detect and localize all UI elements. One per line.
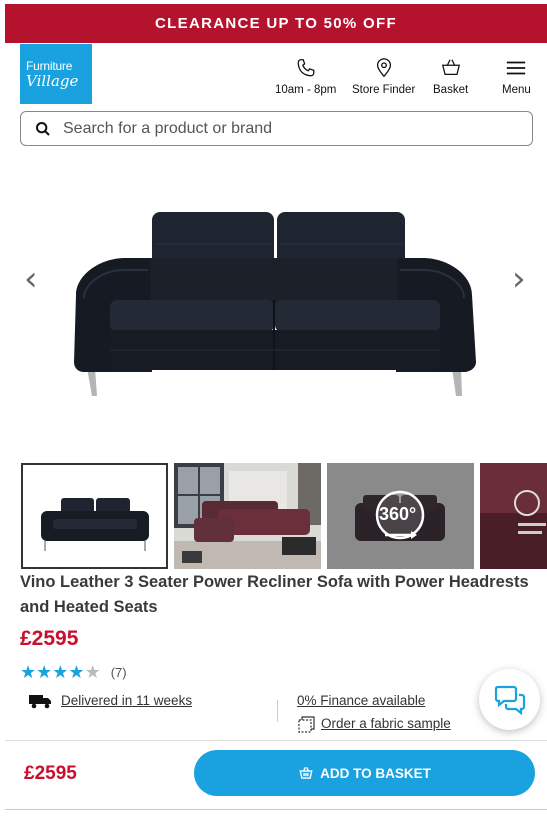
star-filled-icon: ★ (52, 662, 69, 683)
search-bar[interactable] (20, 111, 533, 146)
fabric-sample-link[interactable]: Order a fabric sample (321, 716, 451, 731)
search-icon (36, 121, 50, 136)
search-input[interactable] (63, 119, 503, 138)
basket-link[interactable]: Basket (433, 57, 468, 96)
live-chat-button[interactable] (479, 669, 540, 730)
room-setting-image (174, 463, 321, 569)
sticky-price: £2595 (24, 763, 77, 784)
thumbnail-room-view[interactable] (174, 463, 321, 569)
add-to-basket-button[interactable]: ADD TO BASKET (194, 750, 535, 796)
product-price: £2595 (20, 627, 79, 650)
fabric-sample-icon (298, 716, 315, 733)
basket-icon (441, 59, 460, 76)
basket-icon (299, 766, 313, 779)
product-image-gallery[interactable]: ‹ › (0, 150, 547, 455)
location-pin-icon (376, 58, 391, 78)
heated-seat-detail-image (480, 463, 547, 569)
thumbnail-heated-seat-view[interactable] (480, 463, 547, 569)
delivery-truck-icon (29, 695, 51, 709)
delivery-info-link[interactable]: Delivered in 11 weeks (61, 693, 192, 708)
rating-stars: ★★★★★ (20, 662, 101, 683)
chat-bubbles-icon (494, 685, 525, 715)
thumbnail-strip: 360° (0, 463, 547, 569)
hamburger-menu-icon (507, 61, 526, 75)
star-empty-icon: ★ (84, 662, 101, 683)
furniture-village-logo[interactable]: Furniture Village (20, 44, 92, 104)
finance-link[interactable]: 0% Finance available (297, 693, 425, 708)
star-filled-icon: ★ (36, 662, 53, 683)
review-count[interactable]: (7) (111, 665, 127, 680)
star-filled-icon: ★ (68, 662, 85, 683)
opening-hours-label: 10am - 8pm (275, 84, 337, 96)
sofa-main-image (74, 212, 476, 396)
opening-hours-link[interactable]: 10am - 8pm (275, 57, 336, 96)
add-to-basket-label: ADD TO BASKET (320, 765, 431, 781)
logo-line2: Village (26, 71, 79, 90)
menu-label: Menu (502, 84, 531, 96)
sofa-thumbnail-image (23, 465, 166, 567)
promo-banner[interactable]: CLEARANCE UP TO 50% OFF (5, 4, 547, 43)
menu-button[interactable]: Menu (502, 57, 531, 96)
phone-icon (297, 59, 315, 77)
star-filled-icon: ★ (20, 662, 37, 683)
sticky-basket-bar: £2595 ADD TO BASKET (5, 740, 547, 810)
360-badge-label: 360° (379, 504, 417, 524)
basket-label: Basket (433, 84, 469, 96)
store-finder-label: Store Finder (352, 84, 416, 96)
info-divider (277, 700, 278, 722)
gallery-next-arrow[interactable]: › (512, 262, 526, 296)
product-title: Vino Leather 3 Seater Power Recliner Sof… (20, 573, 529, 616)
promo-text: CLEARANCE UP TO 50% OFF (155, 15, 397, 32)
thumbnail-front-view[interactable] (21, 463, 168, 569)
thumbnail-360-view[interactable]: 360° (327, 463, 474, 569)
store-finder-link[interactable]: Store Finder (352, 57, 415, 96)
logo-line1: Furniture (26, 58, 73, 73)
product-rating[interactable]: ★★★★★ (7) (20, 662, 127, 683)
site-header: Furniture Village 10am - 8pm Store Finde… (0, 43, 547, 107)
